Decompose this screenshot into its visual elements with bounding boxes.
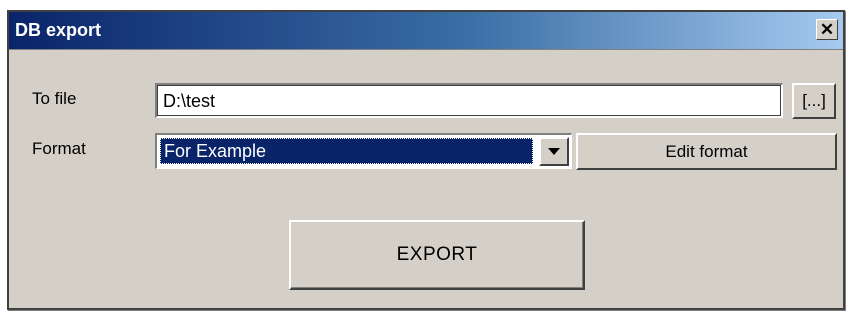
format-select[interactable]: For Example [155, 133, 572, 169]
format-selected-value[interactable]: For Example [160, 138, 533, 164]
browse-button[interactable]: [...] [792, 83, 836, 119]
title-bar[interactable]: DB export ✕ [9, 12, 843, 50]
format-dropdown-button[interactable] [539, 137, 569, 166]
close-icon: ✕ [819, 20, 835, 39]
to-file-label: To file [32, 89, 77, 108]
file-path-input[interactable] [155, 83, 783, 118]
window-title: DB export [15, 20, 102, 40]
db-export-dialog: DB export ✕ To file [...] Format For Exa… [7, 10, 845, 310]
format-label: Format [32, 139, 86, 158]
chevron-down-icon [548, 148, 560, 155]
edit-format-button[interactable]: Edit format [576, 133, 837, 170]
export-button[interactable]: EXPORT [289, 220, 585, 290]
close-button[interactable]: ✕ [816, 19, 838, 40]
